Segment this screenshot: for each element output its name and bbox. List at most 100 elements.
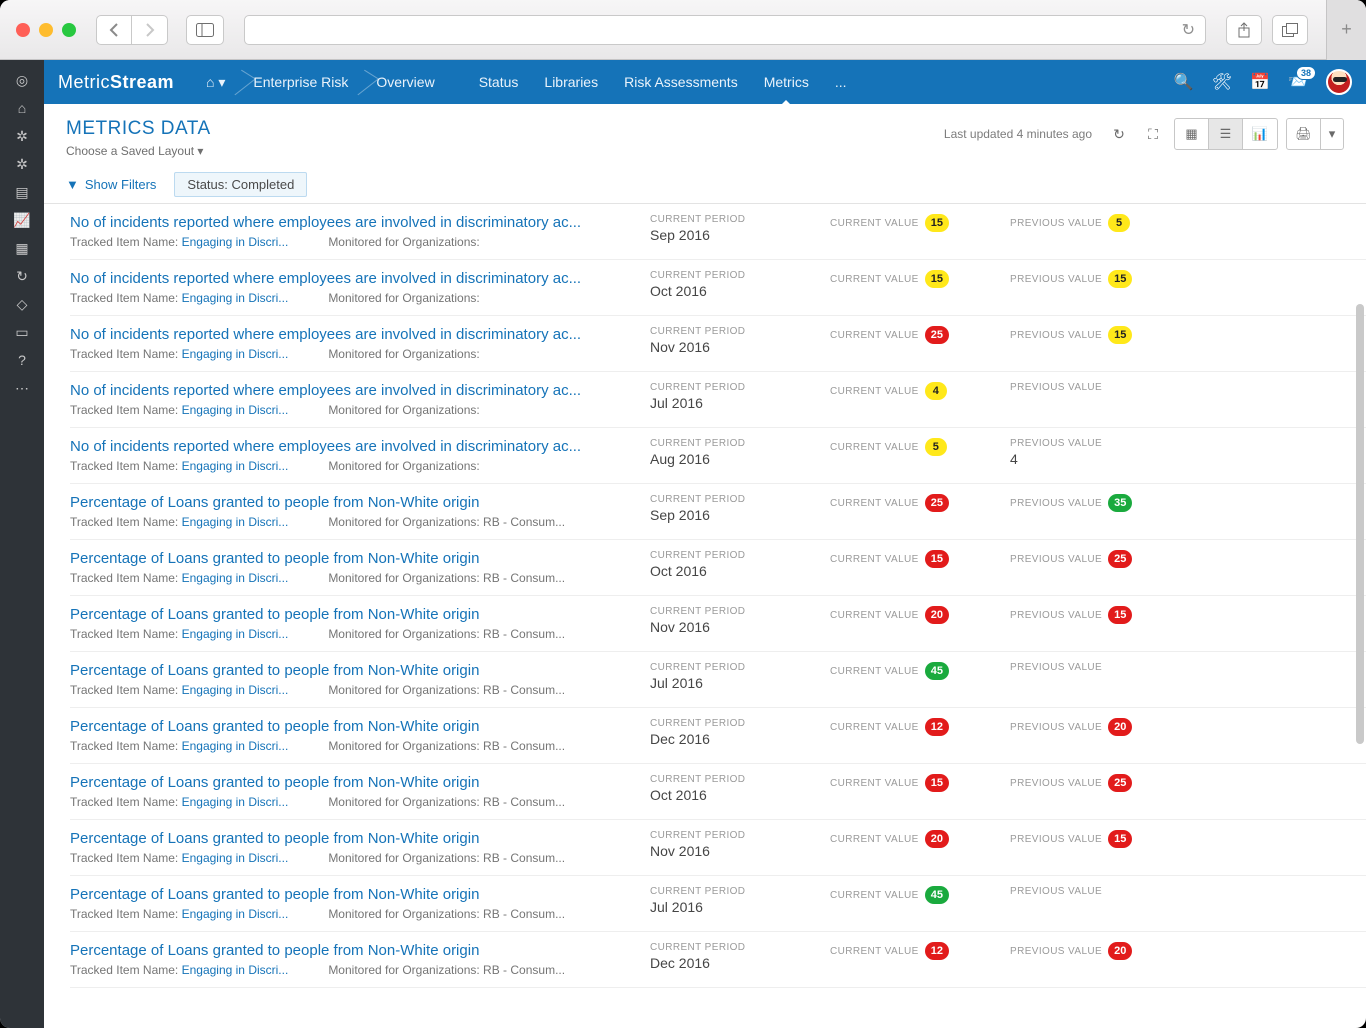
current-value: CURRENT VALUE 15: [830, 270, 1010, 288]
period-value: Aug 2016: [650, 451, 830, 467]
tools-icon[interactable]: 🛠: [1212, 72, 1232, 92]
nav-tab-more[interactable]: ...: [833, 64, 849, 100]
breadcrumb-enterprise-risk[interactable]: Enterprise Risk: [239, 68, 362, 96]
tracked-item-link[interactable]: Engaging in Discri...: [182, 571, 289, 585]
share-button[interactable]: [1226, 15, 1262, 45]
print-dropdown[interactable]: ▾: [1321, 119, 1343, 149]
metric-title-link[interactable]: Percentage of Loans granted to people fr…: [70, 830, 630, 847]
metric-title-link[interactable]: Percentage of Loans granted to people fr…: [70, 494, 630, 511]
tracked-item-link[interactable]: Engaging in Discri...: [182, 291, 289, 305]
reload-icon[interactable]: ↻: [1182, 20, 1195, 40]
window-controls: [16, 23, 76, 37]
back-button[interactable]: [96, 15, 132, 45]
grid-view-button[interactable]: ▦: [1175, 119, 1209, 149]
nav-tab-status[interactable]: Status: [477, 64, 521, 100]
chart-view-button[interactable]: 📊: [1243, 119, 1277, 149]
metric-title-link[interactable]: No of incidents reported where employees…: [70, 214, 630, 231]
tracked-item-link[interactable]: Engaging in Discri...: [182, 515, 289, 529]
nav-tab-risk-assessments[interactable]: Risk Assessments: [622, 64, 740, 100]
rail-help-icon[interactable]: ?: [12, 350, 32, 370]
tracked-item-link[interactable]: Engaging in Discri...: [182, 683, 289, 697]
scrollbar-thumb[interactable]: [1356, 304, 1364, 744]
metric-title-link[interactable]: Percentage of Loans granted to people fr…: [70, 718, 630, 735]
rail-focus-icon[interactable]: ◇: [12, 294, 32, 314]
saved-layout-dropdown[interactable]: Choose a Saved Layout ▾: [66, 144, 211, 158]
maximize-window-icon[interactable]: [62, 23, 76, 37]
calendar-icon[interactable]: 📅: [1250, 72, 1270, 92]
tracked-item-link[interactable]: Engaging in Discri...: [182, 907, 289, 921]
nav-tab-metrics[interactable]: Metrics: [762, 64, 811, 100]
filter-icon: ▼: [66, 177, 79, 192]
current-value-pill: 45: [925, 886, 949, 904]
rail-chart-icon[interactable]: 📈: [12, 210, 32, 230]
tracked-item-link[interactable]: Engaging in Discri...: [182, 627, 289, 641]
current-value: CURRENT VALUE 45: [830, 662, 1010, 680]
rail-gear-icon[interactable]: ✲: [12, 126, 32, 146]
metric-title-link[interactable]: Percentage of Loans granted to people fr…: [70, 550, 630, 567]
current-value: CURRENT VALUE 5: [830, 438, 1010, 456]
filter-chip-status[interactable]: Status: Completed: [174, 172, 307, 197]
metric-row: Percentage of Loans granted to people fr…: [70, 932, 1366, 988]
metric-title-link[interactable]: No of incidents reported where employees…: [70, 270, 630, 287]
breadcrumb: ⌂ ▾ Enterprise Risk Overview: [192, 68, 449, 96]
rail-dashboard-icon[interactable]: ◎: [12, 70, 32, 90]
previous-value: 4: [1010, 451, 1190, 467]
tracked-item-link[interactable]: Engaging in Discri...: [182, 739, 289, 753]
user-avatar[interactable]: [1326, 69, 1352, 95]
current-value: CURRENT VALUE 12: [830, 942, 1010, 960]
rail-more-icon[interactable]: ⋯: [12, 378, 32, 398]
tracked-item-link[interactable]: Engaging in Discri...: [182, 459, 289, 473]
tabs-button[interactable]: [1272, 15, 1308, 45]
inbox-icon[interactable]: 📨38: [1288, 72, 1308, 92]
rail-home-icon[interactable]: ⌂: [12, 98, 32, 118]
period-value: Sep 2016: [650, 507, 830, 523]
nav-tab-libraries[interactable]: Libraries: [542, 64, 600, 100]
breadcrumb-overview[interactable]: Overview: [362, 68, 448, 96]
print-button[interactable]: 🖨: [1287, 119, 1321, 149]
metric-title-link[interactable]: Percentage of Loans granted to people fr…: [70, 886, 630, 903]
tracked-item-link[interactable]: Engaging in Discri...: [182, 851, 289, 865]
metrics-list[interactable]: No of incidents reported where employees…: [44, 204, 1366, 1028]
rail-report-icon[interactable]: ▤: [12, 182, 32, 202]
current-value: CURRENT VALUE 15: [830, 550, 1010, 568]
breadcrumb-home[interactable]: ⌂ ▾: [192, 68, 239, 96]
tracked-item-link[interactable]: Engaging in Discri...: [182, 403, 289, 417]
tracked-item-link[interactable]: Engaging in Discri...: [182, 963, 289, 977]
rail-card-icon[interactable]: ▭: [12, 322, 32, 342]
close-window-icon[interactable]: [16, 23, 30, 37]
metric-title-link[interactable]: No of incidents reported where employees…: [70, 438, 630, 455]
tracked-item-link[interactable]: Engaging in Discri...: [182, 347, 289, 361]
previous-value: PREVIOUS VALUE: [1010, 382, 1190, 393]
address-bar[interactable]: ↻: [244, 15, 1206, 45]
new-tab-button[interactable]: +: [1326, 0, 1366, 60]
topbar-icons: 🔍 🛠 📅 📨38: [1174, 69, 1352, 95]
forward-button[interactable]: [132, 15, 168, 45]
previous-value: PREVIOUS VALUE 35: [1010, 494, 1190, 512]
metric-row: Percentage of Loans granted to people fr…: [70, 876, 1366, 932]
rail-grid-icon[interactable]: ▦: [12, 238, 32, 258]
metric-title-link[interactable]: Percentage of Loans granted to people fr…: [70, 606, 630, 623]
rail-sync-icon[interactable]: ↻: [12, 266, 32, 286]
metric-title-link[interactable]: Percentage of Loans granted to people fr…: [70, 942, 630, 959]
current-value: CURRENT VALUE 45: [830, 886, 1010, 904]
metric-title-link[interactable]: Percentage of Loans granted to people fr…: [70, 774, 630, 791]
previous-value-pill: 35: [1108, 494, 1132, 512]
rail-settings-icon[interactable]: ✲: [12, 154, 32, 174]
refresh-icon[interactable]: ↻: [1106, 121, 1132, 147]
print-group: 🖨 ▾: [1286, 118, 1344, 150]
sidebar-toggle-button[interactable]: [186, 15, 224, 45]
metric-title-link[interactable]: Percentage of Loans granted to people fr…: [70, 662, 630, 679]
brand-logo[interactable]: MetricStream: [58, 72, 174, 93]
metric-subtitle: Tracked Item Name: Engaging in Discri...…: [70, 403, 630, 417]
metric-title-link[interactable]: No of incidents reported where employees…: [70, 326, 630, 343]
list-view-button[interactable]: ☰: [1209, 119, 1243, 149]
minimize-window-icon[interactable]: [39, 23, 53, 37]
period-label: CURRENT PERIOD: [650, 382, 830, 393]
tracked-item-link[interactable]: Engaging in Discri...: [182, 235, 289, 249]
fullscreen-icon[interactable]: ⛶: [1140, 121, 1166, 147]
tracked-item-link[interactable]: Engaging in Discri...: [182, 795, 289, 809]
show-filters-toggle[interactable]: ▼ Show Filters: [66, 177, 156, 192]
metric-title-link[interactable]: No of incidents reported where employees…: [70, 382, 630, 399]
search-icon[interactable]: 🔍: [1174, 72, 1194, 92]
current-value-pill: 12: [925, 718, 949, 736]
